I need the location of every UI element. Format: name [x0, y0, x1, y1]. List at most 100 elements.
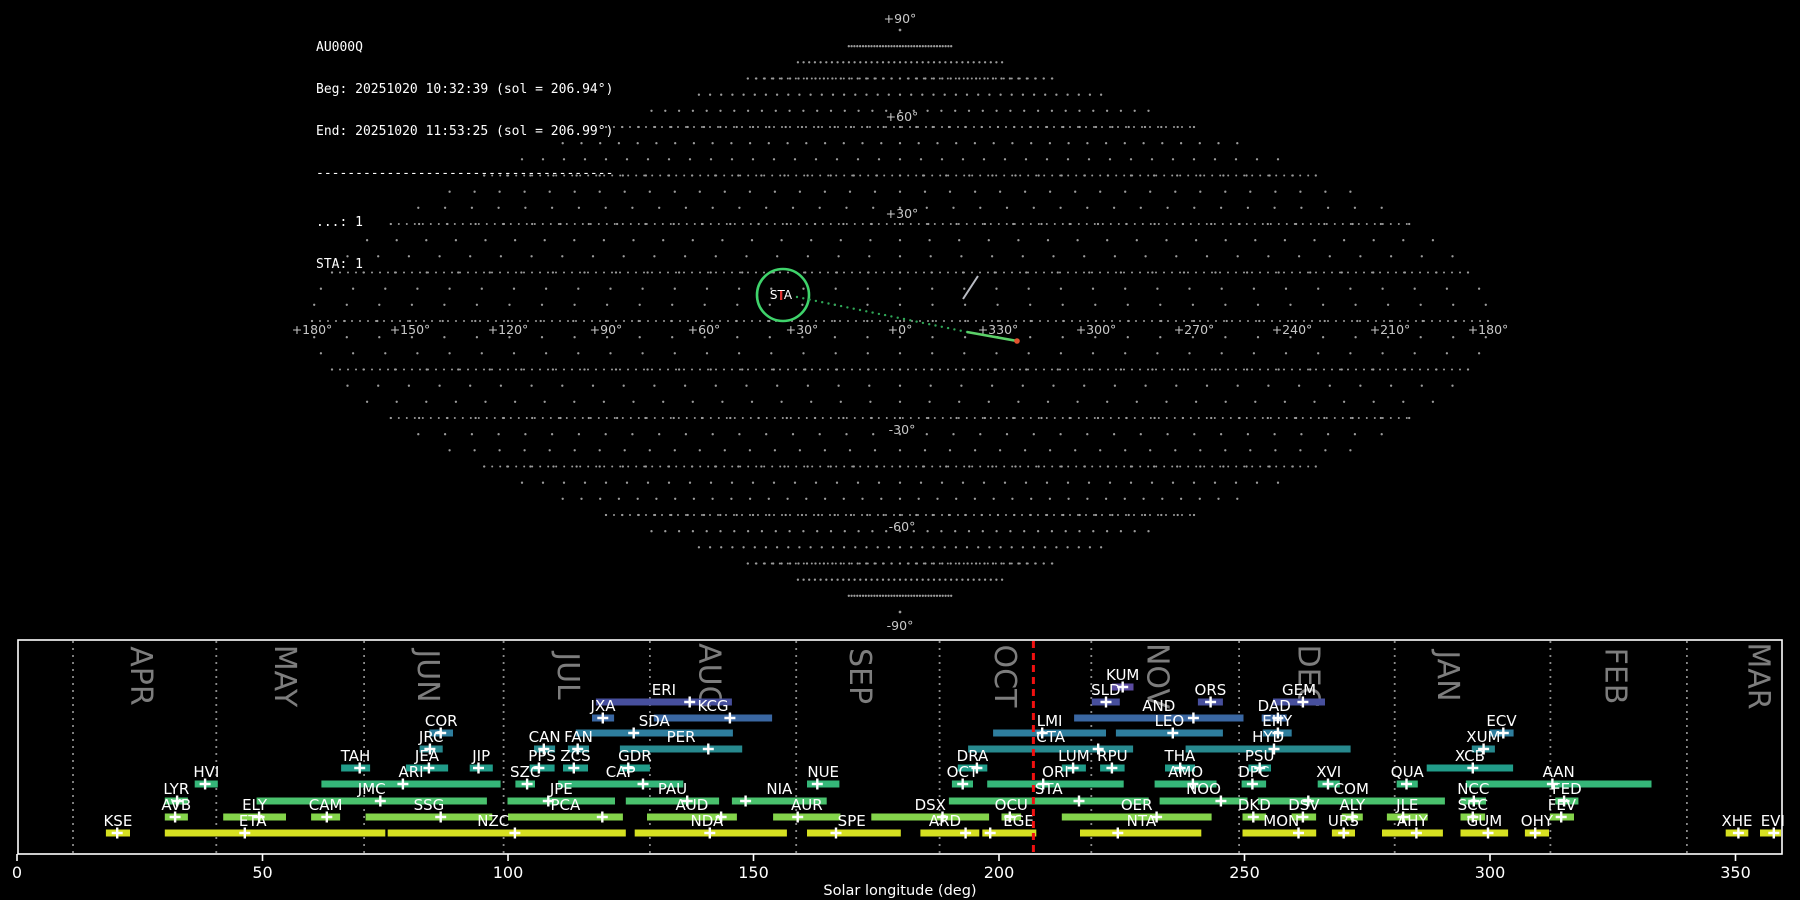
x-tick-label: 50 [252, 863, 272, 882]
shower-label-NTA: NTA [1127, 812, 1157, 830]
shower-bar-JMC [256, 797, 487, 805]
x-tick-label: 300 [1475, 863, 1506, 882]
map-lon-label: +180° [1468, 322, 1509, 337]
month-label: FEB [1598, 648, 1633, 705]
shower-label-LEO: LEO [1155, 712, 1185, 730]
shower-label-HVI: HVI [193, 763, 219, 781]
shower-label-EGE: EGE [1003, 812, 1034, 830]
month-label: JAN [1430, 648, 1465, 701]
shower-bar-ETA [164, 829, 386, 837]
x-tick-label: 0 [12, 863, 22, 882]
map-lon-label: +270° [1174, 322, 1215, 337]
map-lon-label: +30° [786, 322, 819, 337]
shower-label-NUE: NUE [807, 763, 839, 781]
meteor-trail [962, 275, 979, 300]
shower-label-KSE: KSE [103, 812, 132, 830]
shower-bar-NZC [387, 829, 626, 837]
month-label: JUN [410, 647, 445, 702]
month-label: SEP [842, 648, 877, 704]
shower-label-ARD: ARD [929, 812, 961, 830]
shower-label-CTA: CTA [1036, 728, 1065, 746]
shower-label-ZCS: ZCS [560, 747, 590, 765]
shower-peak-marker [960, 827, 972, 839]
shower-label-MON: MON [1263, 812, 1299, 830]
month-label: OCT [987, 645, 1022, 709]
shower-label-JIP: JIP [471, 747, 490, 765]
x-tick-label: 100 [493, 863, 524, 882]
month-label: MAY [267, 645, 302, 708]
activity-chart: APR MAY JUN JUL AUG SEP OCT NOV DEC JAN FEB MARKUME… [12, 639, 1785, 899]
shower-label-OCT: OCT [947, 763, 979, 781]
header-block: AU000Q Beg: 20251020 10:32:39 (sol = 206… [316, 13, 613, 286]
shower-label-DPC: DPC [1238, 763, 1269, 781]
map-lon-label: +90° [590, 322, 623, 337]
shower-peak-marker [1112, 827, 1124, 839]
shower-label-JMC: JMC [357, 780, 386, 798]
shower-label-PER: PER [667, 728, 696, 746]
shower-bar-AUR [773, 813, 841, 821]
shower-bar-NOO [1159, 797, 1248, 805]
shower-label-PCA: PCA [551, 796, 582, 814]
shower-label-CAP: CAP [606, 763, 636, 781]
shower-label-SLD: SLD [1091, 681, 1120, 699]
x-tick-label: 250 [1229, 863, 1260, 882]
map-lon-label: +300° [1076, 322, 1117, 337]
map-lon-label: +240° [1272, 322, 1313, 337]
shower-label-XVI: XVI [1316, 763, 1341, 781]
shower-label-AUR: AUR [791, 796, 823, 814]
shower-label-AAN: AAN [1543, 763, 1575, 781]
shower-label-JRC: JRC [418, 728, 444, 746]
shower-row: LYR JMC JPE PAU NIA STA NOO COM NCC FED [163, 780, 1582, 807]
shower-label-AHY: AHY [1397, 812, 1429, 830]
shower-label-NZC: NZC [477, 812, 509, 830]
month-label: JUL [550, 650, 585, 700]
shower-row: KSE ETA NZC NDA SPE ARD EGE NTA MON URS AHY GUM OHY X… [103, 812, 1785, 839]
separator-line: -------------------------------------- [316, 166, 614, 181]
shower-label-TAH: TAH [340, 747, 371, 765]
shower-label-ARI: ARI [398, 763, 423, 781]
shower-peak-marker [984, 827, 996, 839]
shower-label-NIA: NIA [766, 780, 793, 798]
shower-label-QUA: QUA [1391, 763, 1425, 781]
shower-label-ERI: ERI [652, 681, 676, 699]
shower-label-OHY: OHY [1521, 812, 1554, 830]
shower-label-RPU: RPU [1097, 747, 1127, 765]
unclassified-count: ...: 1 [316, 215, 363, 230]
shower-peak-marker [740, 795, 752, 807]
month-label: APR [123, 646, 158, 705]
shower-peak-marker [628, 727, 640, 739]
shower-label-CAN: CAN [529, 728, 561, 746]
map-lat-label: -60° [889, 519, 916, 534]
map-lon-label: +120° [488, 322, 529, 337]
map-pole-top-label: +90° [884, 11, 917, 26]
shower-bar-KCG [653, 714, 773, 722]
map-lat-label: -30° [889, 422, 916, 437]
x-axis-title: Solar longitude (deg) [823, 883, 976, 899]
shower-bar-SPE [807, 829, 901, 837]
map-lat-label: +60° [886, 109, 919, 124]
shower-label-XUM: XUM [1466, 728, 1500, 746]
shower-label-ETA: ETA [239, 812, 267, 830]
sta-count: STA: 1 [316, 257, 363, 272]
shower-label-SSG: SSG [414, 796, 445, 814]
shower-bar-SDA [575, 729, 733, 737]
shower-bar-ARI [321, 780, 501, 788]
shower-label-CAM: CAM [309, 796, 343, 814]
shower-label-AVB: AVB [161, 796, 191, 814]
shower-peak-marker [1073, 795, 1085, 807]
shower-peak-marker [637, 778, 649, 790]
radiant-track-end [1014, 338, 1020, 344]
map-lon-label: +0° [888, 322, 913, 337]
shower-label-ORS: ORS [1195, 681, 1227, 699]
shower-peak-marker [1187, 712, 1199, 724]
x-tick-label: 350 [1720, 863, 1751, 882]
shower-bar-MON [1242, 829, 1317, 837]
shower-label-ORI: ORI [1042, 763, 1069, 781]
shower-bar-NTA [1080, 829, 1202, 837]
shower-label-NDA: NDA [691, 812, 725, 830]
map-pole-bottom-label: -90° [887, 618, 914, 633]
shower-peak-marker [509, 827, 521, 839]
shower-label-SPE: SPE [838, 812, 866, 830]
map-lon-label: +210° [1370, 322, 1411, 337]
shower-label-GUM: GUM [1467, 812, 1503, 830]
